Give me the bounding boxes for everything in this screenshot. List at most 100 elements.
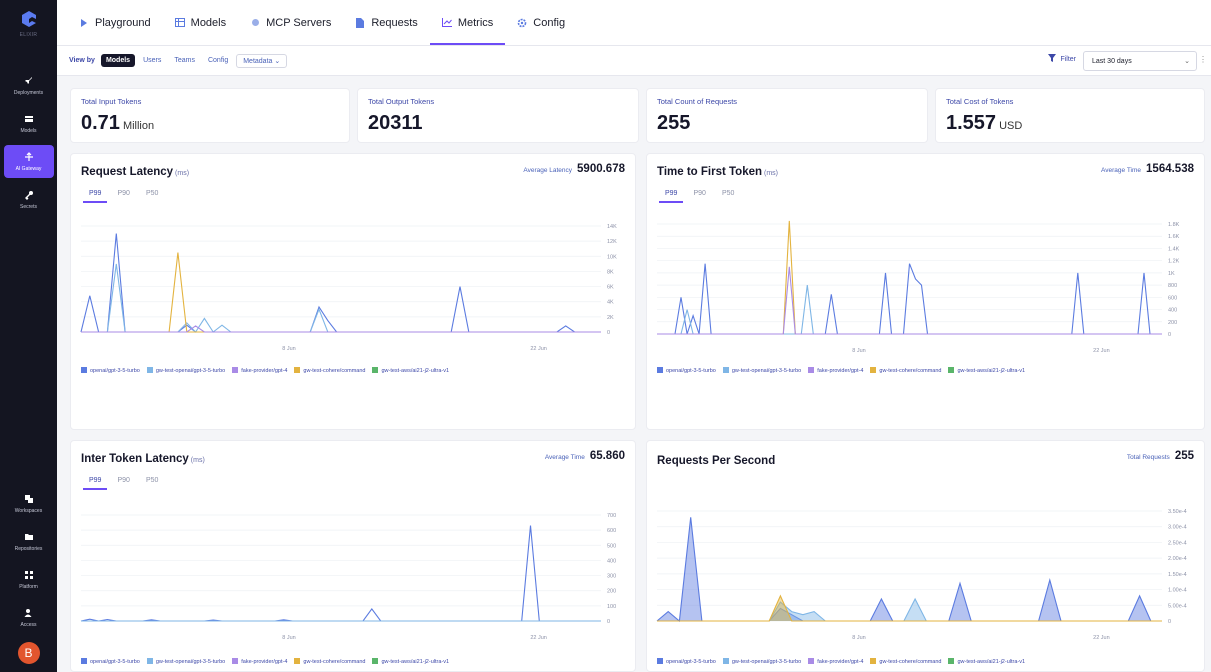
tab-p90[interactable]: P90 <box>109 475 137 490</box>
date-range-value: Last 30 days <box>1092 57 1132 65</box>
sidebar-item-platform[interactable]: Platform <box>4 563 54 596</box>
sidebar-item-secrets[interactable]: Secrets <box>4 183 54 216</box>
date-range-select[interactable]: Last 30 days ⌄ <box>1083 51 1197 71</box>
legend-label: gw-test-cohere/command <box>303 659 366 665</box>
tab-mcp-servers[interactable]: MCP Servers <box>238 0 343 45</box>
chart-title-text: Request Latency <box>81 166 174 178</box>
legend-swatch <box>294 658 301 664</box>
view-by-teams[interactable]: Teams <box>169 54 200 67</box>
tab-p90[interactable]: P90 <box>109 188 137 203</box>
view-by-models[interactable]: Models <box>100 54 136 67</box>
filter-icon <box>1048 54 1057 64</box>
legend-swatch <box>948 367 955 373</box>
x-tick-label: 8 Jun <box>852 348 865 354</box>
legend-label: gw-test-aws/ai21-j2-ultra-v1 <box>957 368 1026 374</box>
avatar[interactable]: B <box>17 642 40 664</box>
chart-card-requests-per-second: Requests Per Second Total Requests 255 0 5… <box>646 440 1205 672</box>
chart-card-time-to-first-token: Time to First Token (ms) Average Time 1564… <box>646 153 1205 430</box>
sidebar-item-workspaces[interactable]: Workspaces <box>4 487 54 520</box>
legend-item[interactable]: openai/gpt-3-5-turbo <box>657 366 716 377</box>
legend-item[interactable]: gw-test-openai/gpt-3-5-turbo <box>722 366 801 377</box>
y-tick-label: 0 <box>607 619 610 625</box>
legend-swatch <box>657 367 663 373</box>
legend-item[interactable]: gw-test-openai/gpt-3-5-turbo <box>146 657 225 668</box>
y-tick-label: 6K <box>607 285 614 291</box>
y-tick-label: 1.4K <box>1168 246 1180 252</box>
legend-label: openai/gpt-3-5-turbo <box>90 368 140 374</box>
tab-p99[interactable]: P99 <box>81 475 109 490</box>
metric-label: Average Latency <box>523 167 573 174</box>
chart-legend: openai/gpt-3-5-turbo gw-test-openai/gpt-3… <box>657 366 1194 377</box>
series-line <box>657 263 1162 335</box>
view-by-config[interactable]: Config <box>203 54 233 67</box>
metric-value: 5900.678 <box>577 163 625 175</box>
legend-item[interactable]: gw-test-aws/ai21-j2-ultra-v1 <box>948 657 1025 668</box>
tab-p50[interactable]: P50 <box>138 188 166 203</box>
metric-value: 255 <box>1174 450 1194 462</box>
legend-item[interactable]: gw-test-openai/gpt-3-5-turbo <box>146 366 225 377</box>
legend-label: fake-provider/gpt-4 <box>817 659 864 665</box>
legend-item[interactable]: gw-test-cohere/command <box>294 657 365 668</box>
x-tick-label: 22 Jun <box>1093 635 1110 641</box>
tab-p50[interactable]: P50 <box>714 188 742 203</box>
view-by-users[interactable]: Users <box>138 54 166 67</box>
sidebar-item-models[interactable]: Models <box>4 107 54 140</box>
legend-item[interactable]: gw-test-cohere/command <box>294 366 365 377</box>
legend-item[interactable]: fake-provider/gpt-4 <box>232 366 287 377</box>
chart-title-text: Requests Per Second <box>657 455 776 467</box>
legend-label: gw-test-aws/ai21-j2-ultra-v1 <box>381 659 450 665</box>
legend-item[interactable]: gw-test-aws/ai21-j2-ultra-v1 <box>948 366 1025 377</box>
sidebar-item-repositories[interactable]: Repositories <box>4 525 54 558</box>
tab-label: MCP Servers <box>266 16 332 29</box>
y-tick-label: 2.00e-4 <box>1168 556 1187 562</box>
tab-models[interactable]: Models <box>163 0 238 45</box>
tab-config[interactable]: Config <box>505 0 577 45</box>
sidebar-item-label: Platform <box>19 584 38 590</box>
legend-item[interactable]: gw-test-cohere/command <box>870 366 941 377</box>
stat-value: 0.71 Million <box>81 112 339 135</box>
legend-item[interactable]: fake-provider/gpt-4 <box>808 366 863 377</box>
legend-item[interactable]: gw-test-openai/gpt-3-5-turbo <box>722 657 801 668</box>
chart-card-request-latency: Request Latency (ms) Average Latency 5900.… <box>70 153 636 430</box>
legend-item[interactable]: gw-test-cohere/command <box>870 657 941 668</box>
tab-p99[interactable]: P99 <box>81 188 109 203</box>
legend-item[interactable]: fake-provider/gpt-4 <box>232 657 287 668</box>
tab-requests[interactable]: Requests <box>343 0 429 45</box>
tab-p99[interactable]: P99 <box>657 188 685 203</box>
legend-item[interactable]: fake-provider/gpt-4 <box>808 657 863 668</box>
stat-number: 20311 <box>368 112 423 134</box>
filter-button[interactable]: Filter <box>1048 54 1076 64</box>
gear-icon <box>517 18 527 28</box>
legend-item[interactable]: openai/gpt-3-5-turbo <box>657 657 716 668</box>
stat-value: 255 <box>657 112 917 135</box>
legend-item[interactable]: gw-test-aws/ai21-j2-ultra-v1 <box>372 657 449 668</box>
tab-label: Models <box>190 16 227 29</box>
tab-label: Playground <box>95 16 151 29</box>
legend-item[interactable]: openai/gpt-3-5-turbo <box>81 657 140 668</box>
sidebar-item-access[interactable]: Access <box>4 601 54 634</box>
logo[interactable] <box>18 8 40 30</box>
view-by-metadata-dropdown[interactable]: Metadata ⌄ <box>236 53 288 68</box>
y-tick-label: 0 <box>607 330 610 336</box>
y-tick-label: 14K <box>607 224 617 230</box>
tab-p50[interactable]: P50 <box>138 475 166 490</box>
sidebar-item-label: AI Gateway <box>15 166 42 172</box>
tab-metrics[interactable]: Metrics <box>429 0 506 45</box>
legend-swatch <box>722 367 729 373</box>
y-tick-label: 200 <box>607 589 616 595</box>
legend-item[interactable]: openai/gpt-3-5-turbo <box>81 366 140 377</box>
tab-playground[interactable]: Playground <box>67 0 163 45</box>
x-tick-label: 8 Jun <box>852 635 865 641</box>
sidebar-item-deployments[interactable]: Deployments <box>4 69 54 102</box>
sidebar-item-ai-gateway[interactable]: AI Gateway <box>3 145 54 178</box>
y-tick-label: 1.00e-4 <box>1168 588 1187 594</box>
chevron-down-icon: ⌄ <box>274 57 281 65</box>
legend-item[interactable]: gw-test-aws/ai21-j2-ultra-v1 <box>372 366 449 377</box>
tab-p90[interactable]: P90 <box>685 188 713 203</box>
legend-swatch <box>657 658 663 664</box>
chart-icon <box>441 18 452 28</box>
more-options-icon[interactable]: ⋮ <box>1199 55 1207 64</box>
chart-legend: openai/gpt-3-5-turbo gw-test-openai/gpt-3… <box>657 657 1194 668</box>
metric-value: 1564.538 <box>1146 163 1194 175</box>
legend-swatch <box>232 367 239 373</box>
